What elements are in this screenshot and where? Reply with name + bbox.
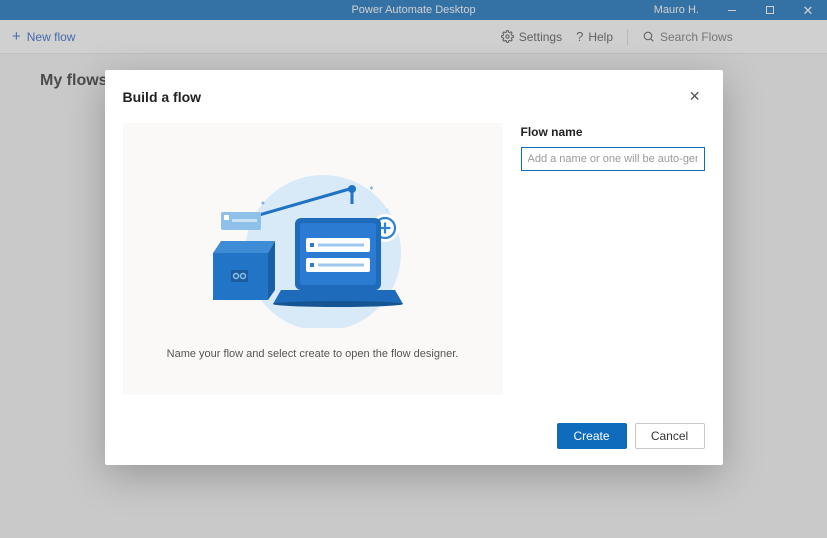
build-flow-dialog: Build a flow ✕ (105, 70, 723, 465)
dialog-hint: Name your flow and select create to open… (137, 348, 489, 360)
dialog-body: Name your flow and select create to open… (105, 117, 723, 411)
form-panel: Flow name (521, 123, 705, 395)
cancel-button[interactable]: Cancel (635, 423, 705, 449)
illustration-panel: Name your flow and select create to open… (123, 123, 503, 395)
dialog-title: Build a flow (123, 89, 202, 105)
modal-overlay: Build a flow ✕ (0, 0, 827, 538)
dialog-footer: Create Cancel (105, 411, 723, 465)
flow-name-input[interactable] (521, 147, 705, 171)
create-button[interactable]: Create (557, 423, 627, 449)
close-button[interactable]: ✕ (685, 84, 705, 109)
flow-name-label: Flow name (521, 125, 705, 139)
flow-illustration-icon (203, 158, 423, 328)
close-icon: ✕ (689, 88, 701, 104)
dialog-header: Build a flow ✕ (105, 70, 723, 117)
